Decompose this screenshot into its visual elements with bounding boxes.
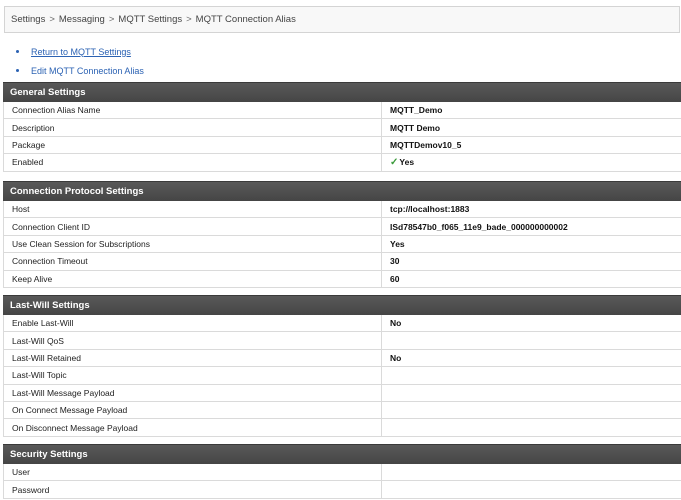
- breadcrumb-separator: >: [108, 14, 115, 25]
- table-row: On Disconnect Message Payload: [3, 419, 681, 437]
- table-row: Enable Last-Will No: [3, 315, 681, 333]
- table-row: Connection Timeout 30: [3, 253, 681, 271]
- last-will-settings-section: Last-Will Settings Enable Last-Will No L…: [3, 295, 681, 437]
- table-row: Last-Will Topic: [3, 367, 681, 385]
- row-label: On Disconnect Message Payload: [4, 419, 382, 436]
- edit-connection-alias-link[interactable]: Edit MQTT Connection Alias: [31, 66, 144, 76]
- table-row: Password: [3, 481, 681, 499]
- row-label: Description: [4, 119, 382, 136]
- row-label: Last-Will Retained: [4, 349, 382, 367]
- enabled-text: Yes: [399, 157, 415, 168]
- row-label: Enable Last-Will: [4, 315, 382, 332]
- row-label: Enabled: [4, 154, 382, 171]
- row-value: MQTT_Demo: [390, 105, 443, 116]
- connection-protocol-settings-section: Connection Protocol Settings Host tcp://…: [3, 181, 681, 288]
- row-value: No: [390, 352, 402, 363]
- table-row: On Connect Message Payload: [3, 401, 681, 420]
- section-header: Last-Will Settings: [3, 295, 681, 315]
- enabled-value: ✓ Yes: [382, 154, 681, 170]
- section-header: Security Settings: [3, 444, 681, 464]
- table-row: Host tcp://localhost:1883: [3, 201, 681, 219]
- general-settings-section: General Settings Connection Alias Name M…: [3, 82, 681, 172]
- breadcrumb: Settings > Messaging > MQTT Settings > M…: [4, 6, 680, 33]
- table-row: User: [3, 464, 681, 482]
- row-value: [382, 402, 681, 418]
- row-value: 60: [390, 273, 400, 284]
- row-value: MQTTDemov10_5: [390, 139, 462, 150]
- breadcrumb-item-settings[interactable]: Settings: [11, 14, 45, 25]
- security-settings-section: Security Settings User Password: [3, 444, 681, 499]
- table-row: Use Clean Session for Subscriptions Yes: [3, 235, 681, 254]
- section-header: General Settings: [3, 82, 681, 102]
- table-row: Last-Will Message Payload: [3, 384, 681, 402]
- row-value: MQTT Demo: [390, 122, 441, 133]
- row-label: Keep Alive: [4, 270, 382, 287]
- row-label: Connection Timeout: [4, 253, 382, 270]
- table-row: Package MQTTDemov10_5: [3, 136, 681, 155]
- row-value: [382, 481, 681, 497]
- bullet-icon: [16, 50, 19, 53]
- action-return: Return to MQTT Settings: [16, 42, 316, 61]
- row-label: Last-Will QoS: [4, 332, 382, 349]
- table-row: Keep Alive 60: [3, 270, 681, 288]
- table-row: Last-Will QoS: [3, 332, 681, 350]
- row-value: ISd78547b0_f065_11e9_bade_000000000002: [390, 221, 568, 232]
- row-value: Yes: [390, 238, 405, 249]
- breadcrumb-separator: >: [49, 14, 55, 25]
- checkmark-icon: ✓: [390, 156, 399, 168]
- breadcrumb-item-messaging[interactable]: Messaging: [59, 14, 105, 25]
- section-header: Connection Protocol Settings: [3, 181, 681, 201]
- row-label: User: [4, 464, 382, 481]
- breadcrumb-item-current: MQTT Connection Alias: [195, 14, 296, 25]
- row-value: [382, 385, 681, 401]
- table-row: Description MQTT Demo: [3, 119, 681, 137]
- table-row: Last-Will Retained No: [3, 349, 681, 368]
- row-label: Password: [4, 481, 382, 498]
- row-label: Package: [4, 136, 382, 154]
- row-value: No: [390, 318, 402, 329]
- breadcrumb-separator: >: [186, 14, 192, 25]
- row-value: [382, 464, 681, 480]
- breadcrumb-item-mqtt-settings[interactable]: MQTT Settings: [118, 14, 182, 25]
- action-list: Return to MQTT Settings Edit MQTT Connec…: [16, 42, 316, 80]
- bullet-icon: [16, 69, 19, 72]
- row-value: tcp://localhost:1883: [390, 204, 470, 215]
- row-value: [382, 419, 681, 435]
- row-value: 30: [390, 256, 400, 267]
- row-value: [382, 332, 681, 348]
- table-row: Enabled ✓ Yes: [3, 154, 681, 172]
- table-row: Connection Client ID ISd78547b0_f065_11e…: [3, 218, 681, 236]
- row-value: [382, 367, 681, 383]
- row-label: Connection Alias Name: [4, 102, 382, 119]
- row-label: Last-Will Message Payload: [4, 384, 382, 401]
- row-label: Host: [4, 201, 382, 218]
- row-label: Last-Will Topic: [4, 367, 382, 384]
- row-label: On Connect Message Payload: [4, 401, 382, 419]
- return-to-mqtt-settings-link[interactable]: Return to MQTT Settings: [31, 47, 131, 57]
- action-edit: Edit MQTT Connection Alias: [16, 61, 316, 80]
- row-label: Use Clean Session for Subscriptions: [4, 235, 382, 253]
- row-label: Connection Client ID: [4, 218, 382, 235]
- table-row: Connection Alias Name MQTT_Demo: [3, 102, 681, 120]
